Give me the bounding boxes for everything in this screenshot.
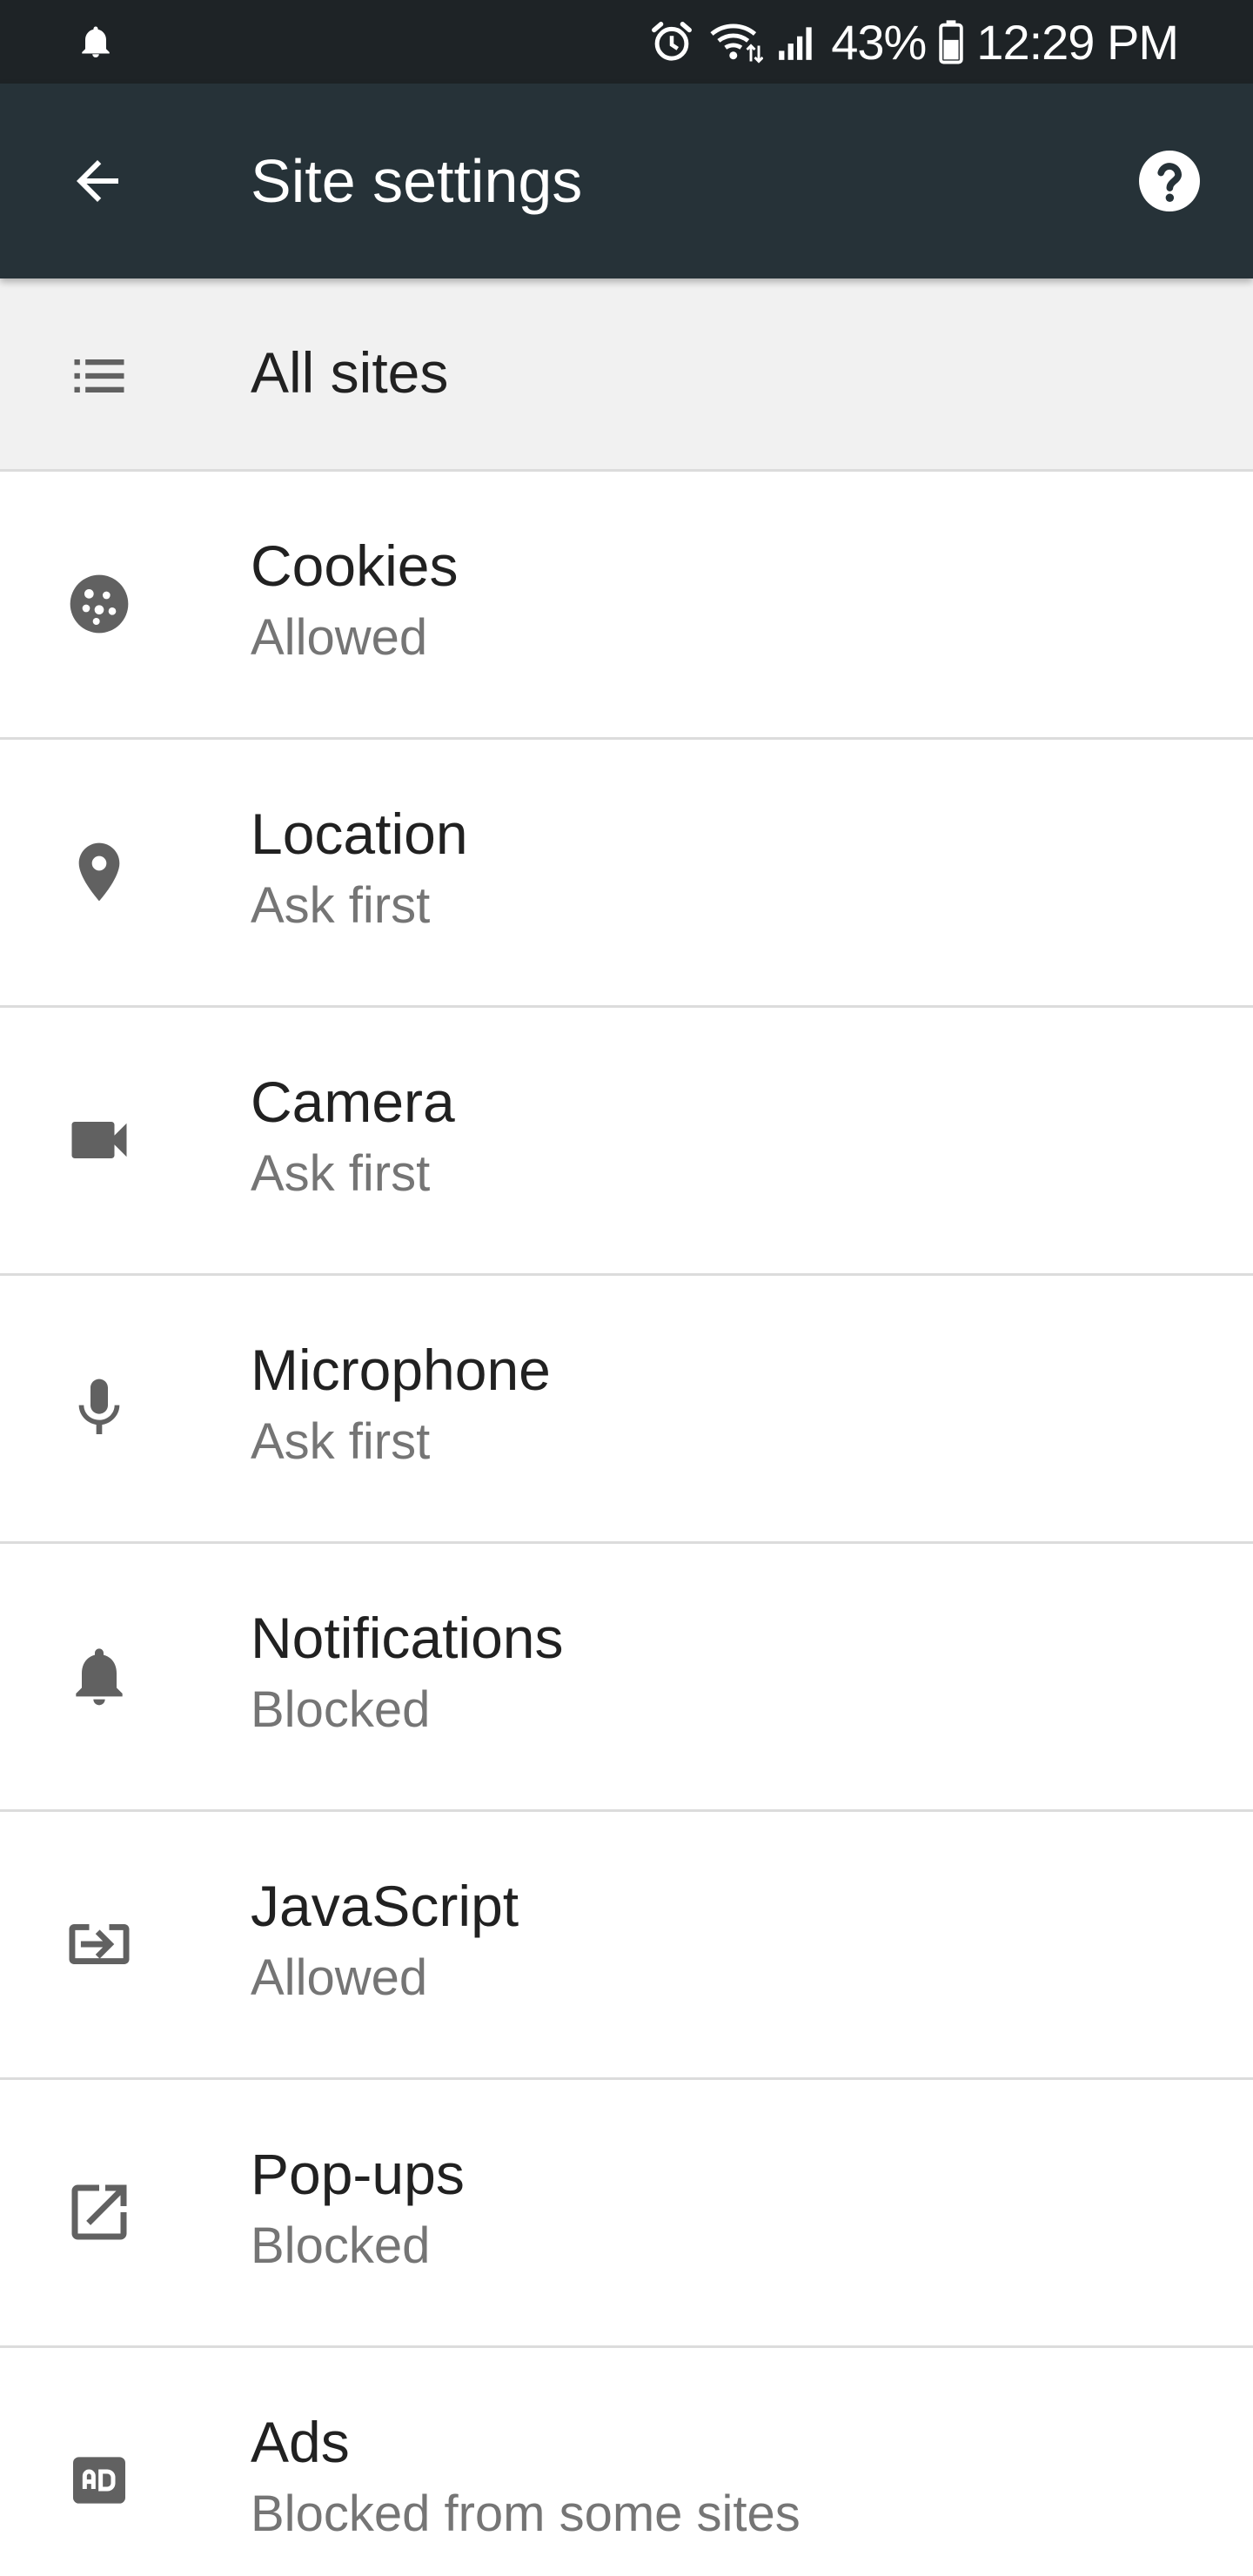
setting-value: Allowed (251, 609, 428, 666)
setting-title: Pop-ups (251, 2142, 465, 2206)
setting-value: Ask first (251, 1413, 431, 1470)
setting-title: Location (251, 802, 468, 866)
setting-item-microphone[interactable]: Microphone Ask first (0, 1276, 1253, 1544)
all-sites-label: All sites (251, 340, 449, 405)
help-button[interactable] (1126, 138, 1213, 225)
setting-title: Camera (251, 1070, 455, 1134)
setting-value: Blocked from some sites (251, 2485, 801, 2542)
setting-title: Notifications (251, 1606, 564, 1670)
setting-item-cookies[interactable]: Cookies Allowed (0, 472, 1253, 740)
setting-item-popups[interactable]: Pop-ups Blocked (0, 2080, 1253, 2348)
site-settings-screen: 43% 12:29 PM Site settings All sites Coo… (0, 0, 1253, 2576)
setting-item-ads[interactable]: Ads Blocked from some sites (0, 2348, 1253, 2576)
help-icon (1133, 144, 1206, 218)
setting-title: Microphone (251, 1338, 551, 1402)
setting-title: Ads (251, 2410, 350, 2474)
page-title: Site settings (251, 147, 583, 215)
notification-bell-icon (80, 23, 111, 61)
list-icon (64, 341, 134, 411)
alarm-icon (648, 18, 695, 65)
cookie-icon (56, 560, 143, 647)
setting-value: Blocked (251, 2217, 431, 2274)
notifications-icon (56, 1633, 143, 1720)
status-bar: 43% 12:29 PM (0, 0, 1253, 84)
clock-time: 12:29 PM (976, 14, 1179, 70)
all-sites-item[interactable]: All sites (0, 278, 1253, 472)
setting-title: JavaScript (251, 1874, 519, 1938)
app-bar: Site settings (0, 84, 1253, 278)
open-in-new-icon (56, 2169, 143, 2256)
setting-item-notifications[interactable]: Notifications Blocked (0, 1544, 1253, 1812)
mic-icon (56, 1365, 143, 1452)
javascript-icon (56, 1901, 143, 1988)
settings-list: All sites Cookies Allowed Location Ask f… (0, 278, 1253, 2576)
setting-item-camera[interactable]: Camera Ask first (0, 1008, 1253, 1276)
videocam-icon (56, 1097, 143, 1184)
setting-value: Ask first (251, 1145, 431, 1202)
battery-icon (938, 19, 964, 64)
setting-value: Allowed (251, 1949, 428, 2006)
ads-icon (56, 2437, 143, 2524)
setting-title: Cookies (251, 533, 459, 598)
setting-item-javascript[interactable]: JavaScript Allowed (0, 1812, 1253, 2080)
back-button[interactable] (52, 136, 143, 226)
wifi-icon (707, 18, 764, 65)
location-pin-icon (56, 828, 143, 916)
setting-value: Blocked (251, 1681, 431, 1738)
battery-percent: 43% (831, 14, 927, 70)
arrow-back-icon (66, 150, 129, 212)
setting-item-location[interactable]: Location Ask first (0, 740, 1253, 1008)
status-right-group: 43% 12:29 PM (648, 0, 1179, 84)
signal-icon (775, 20, 819, 64)
setting-value: Ask first (251, 877, 431, 934)
